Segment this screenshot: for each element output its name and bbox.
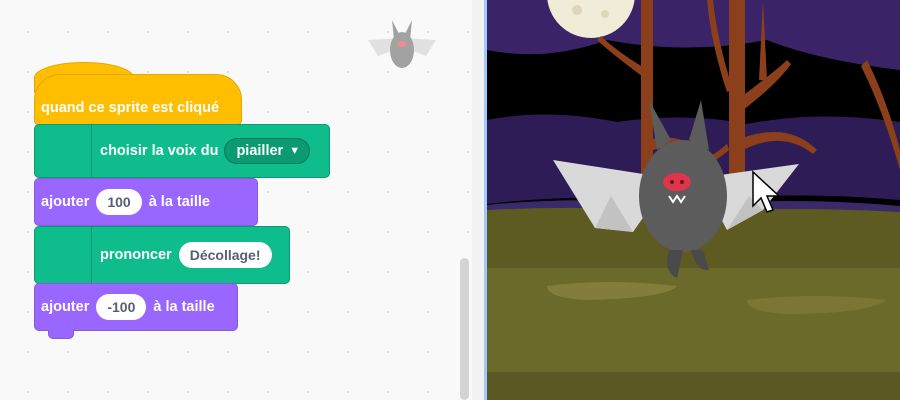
change-size-suffix: à la taille — [148, 194, 210, 210]
change-size-block[interactable]: ajouter -100 à la taille — [34, 283, 238, 331]
change-size-input[interactable]: 100 — [96, 189, 142, 215]
code-area-scrollbar[interactable] — [460, 258, 469, 400]
bat-sprite-thumbnail-icon[interactable] — [364, 14, 440, 78]
change-size-block[interactable]: ajouter 100 à la taille — [34, 178, 258, 226]
change-size-prefix: ajouter — [41, 299, 90, 315]
speak-label: prononcer — [100, 247, 172, 263]
block-bottom-notch — [48, 330, 74, 339]
text-to-speech-extension-icon — [35, 125, 92, 177]
set-voice-block[interactable]: choisir la voix du piailler ▼ — [34, 124, 330, 178]
stage[interactable] — [487, 0, 900, 400]
speak-block[interactable]: prononcer Décollage! — [34, 226, 290, 284]
speak-text-input[interactable]: Décollage! — [178, 242, 272, 268]
triangle-down-icon: ▼ — [289, 145, 301, 157]
text-to-speech-extension-icon — [35, 227, 92, 283]
voice-dropdown-value: piailler — [236, 143, 284, 159]
change-size-prefix: ajouter — [41, 194, 90, 210]
code-area[interactable]: quand ce sprite est cliqué choisir la vo… — [0, 0, 472, 400]
when-sprite-clicked-block[interactable]: quand ce sprite est cliqué — [34, 74, 242, 126]
change-size-suffix: à la taille — [153, 299, 215, 315]
voice-dropdown[interactable]: piailler ▼ — [224, 138, 311, 164]
set-voice-label: choisir la voix du — [100, 143, 219, 159]
when-sprite-clicked-label: quand ce sprite est cliqué — [41, 100, 220, 116]
change-size-input[interactable]: -100 — [96, 294, 147, 320]
